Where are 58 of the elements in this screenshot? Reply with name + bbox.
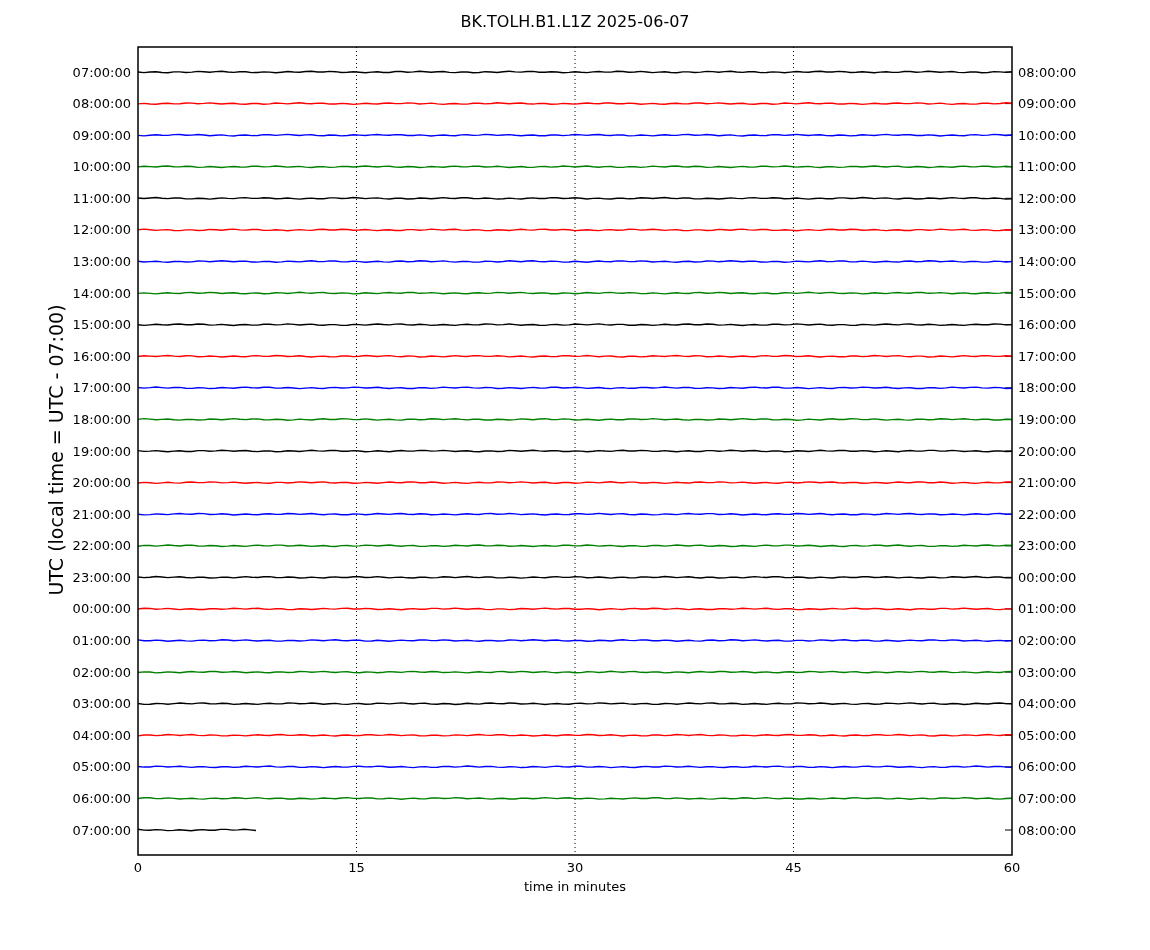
time-label: 15:00:00	[1018, 285, 1077, 301]
time-label: 07:00:00	[72, 64, 131, 80]
time-label: 22:00:00	[1018, 506, 1077, 522]
x-tick-label: 15	[348, 860, 365, 875]
x-tick-label: 0	[133, 860, 143, 875]
x-axis-label: time in minutes	[523, 879, 627, 894]
time-label: 11:00:00	[72, 190, 131, 206]
time-label: 09:00:00	[72, 127, 131, 143]
time-label: 20:00:00	[1018, 443, 1077, 459]
time-label: 10:00:00	[72, 159, 131, 175]
time-label: 03:00:00	[1018, 664, 1077, 680]
time-label: 04:00:00	[1018, 696, 1077, 712]
x-tick-label: 30	[566, 860, 584, 875]
time-label: 03:00:00	[72, 696, 131, 712]
time-label: 11:00:00	[1018, 159, 1077, 175]
time-label: 21:00:00	[72, 506, 131, 522]
time-label: 08:00:00	[72, 96, 131, 112]
time-label: 18:00:00	[72, 411, 131, 427]
time-label: 14:00:00	[1018, 254, 1077, 269]
time-label: 16:00:00	[72, 348, 131, 364]
plot-title: BK.TOLH.B1.L1Z 2025-06-07	[460, 12, 690, 31]
time-label: 13:00:00	[72, 254, 131, 269]
y-axis-label: UTC (local time = UTC - 07:00)	[45, 304, 67, 596]
time-label: 12:00:00	[1018, 190, 1077, 206]
time-label: 02:00:00	[1018, 633, 1077, 648]
time-label: 23:00:00	[1018, 538, 1077, 554]
time-label: 22:00:00	[72, 538, 131, 554]
x-tick-label: 45	[785, 860, 802, 875]
time-label: 19:00:00	[72, 443, 131, 459]
time-label: 01:00:00	[72, 633, 131, 648]
time-label: 19:00:00	[1018, 411, 1077, 427]
time-label: 06:00:00	[72, 790, 131, 806]
time-label: 00:00:00	[72, 601, 131, 617]
time-label: 16:00:00	[1018, 317, 1077, 333]
time-label: 05:00:00	[72, 759, 131, 775]
x-tick-label: 60	[1003, 860, 1021, 875]
time-label: 09:00:00	[1018, 96, 1077, 112]
time-label: 05:00:00	[1018, 727, 1077, 743]
time-label: 08:00:00	[1018, 64, 1077, 80]
time-label: 07:00:00	[1018, 790, 1077, 806]
time-label: 18:00:00	[1018, 380, 1077, 396]
time-label: 06:00:00	[1018, 759, 1077, 775]
time-label: 21:00:00	[1018, 475, 1077, 491]
time-label: 14:00:00	[72, 285, 131, 301]
time-label: 10:00:00	[1018, 127, 1077, 143]
time-label: 13:00:00	[1018, 222, 1077, 238]
time-label: 17:00:00	[1018, 348, 1077, 364]
time-label: 15:00:00	[72, 317, 131, 333]
time-label: 01:00:00	[1018, 601, 1077, 617]
time-label: 04:00:00	[72, 727, 131, 743]
time-label: 08:00:00	[1018, 822, 1077, 838]
time-label: 02:00:00	[72, 664, 131, 680]
time-label: 17:00:00	[72, 380, 131, 396]
time-label: 07:00:00	[72, 822, 131, 838]
time-label: 23:00:00	[72, 569, 131, 585]
time-label: 20:00:00	[72, 475, 131, 491]
time-label: 12:00:00	[72, 222, 131, 238]
time-label: 00:00:00	[1018, 569, 1077, 585]
